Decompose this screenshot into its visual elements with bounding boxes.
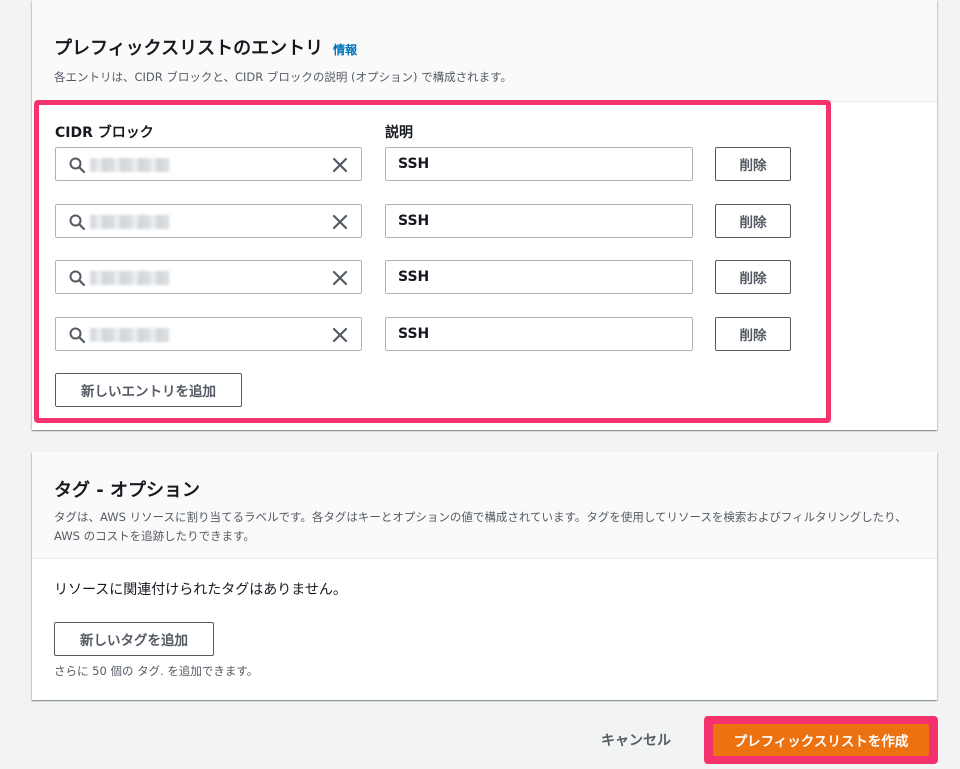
- cidr-value-redacted: [90, 328, 170, 342]
- page: プレフィックスリストのエントリ 情報 各エントリは、CIDR ブロックと、CID…: [0, 0, 960, 769]
- tags-description: タグは、AWS リソースに割り当てるラベルです。各タグはキーとオプションの値で構…: [54, 510, 907, 543]
- add-entry-button[interactable]: 新しいエントリを追加: [55, 373, 242, 407]
- description-label: 説明: [385, 125, 413, 141]
- delete-button[interactable]: 削除: [715, 147, 791, 181]
- search-icon: [69, 157, 86, 174]
- delete-button[interactable]: 削除: [715, 204, 791, 238]
- entries-panel-header: プレフィックスリストのエントリ 情報 各エントリは、CIDR ブロックと、CID…: [32, 0, 937, 102]
- cidr-search-input[interactable]: [55, 147, 362, 181]
- close-icon[interactable]: [331, 326, 349, 344]
- delete-button[interactable]: 削除: [715, 260, 791, 294]
- entry-row: SSH 削除: [55, 260, 791, 294]
- entry-row: SSH 削除: [55, 317, 791, 351]
- tags-remaining-text: さらに 50 個の タグ. を追加できます。: [54, 664, 259, 678]
- description-input[interactable]: SSH: [385, 317, 693, 351]
- cidr-search-input[interactable]: [55, 260, 362, 294]
- close-icon[interactable]: [331, 269, 349, 287]
- entry-row: SSH 削除: [55, 147, 791, 181]
- description-input[interactable]: SSH: [385, 204, 693, 238]
- delete-button[interactable]: 削除: [715, 317, 791, 351]
- cidr-value-redacted: [90, 271, 170, 285]
- close-icon[interactable]: [331, 156, 349, 174]
- tags-title-text: タグ - オプション: [54, 480, 201, 501]
- cidr-value-redacted: [90, 215, 170, 229]
- close-icon[interactable]: [331, 213, 349, 231]
- create-prefix-list-button[interactable]: プレフィックスリストを作成: [713, 724, 929, 756]
- cidr-search-input[interactable]: [55, 204, 362, 238]
- entries-title: プレフィックスリストのエントリ 情報: [54, 34, 915, 60]
- entries-description: 各エントリは、CIDR ブロックと、CIDR ブロックの説明 (オプション) で…: [54, 70, 513, 84]
- tags-panel: タグ - オプション タグは、AWS リソースに割り当てるラベルです。各タグはキ…: [32, 452, 937, 700]
- search-icon: [69, 270, 86, 287]
- cidr-value-redacted: [90, 158, 170, 172]
- description-input[interactable]: SSH: [385, 260, 693, 294]
- tags-empty-text: リソースに関連付けられたタグはありません。: [54, 582, 347, 598]
- search-icon: [69, 214, 86, 231]
- cidr-search-input[interactable]: [55, 317, 362, 351]
- tags-panel-header: タグ - オプション タグは、AWS リソースに割り当てるラベルです。各タグはキ…: [32, 452, 937, 559]
- add-tag-button[interactable]: 新しいタグを追加: [54, 622, 214, 656]
- description-input[interactable]: SSH: [385, 147, 693, 181]
- cidr-block-label: CIDR ブロック: [55, 125, 154, 141]
- search-icon: [69, 327, 86, 344]
- entry-row: SSH 削除: [55, 204, 791, 238]
- tags-title: タグ - オプション: [54, 476, 915, 502]
- entries-title-text: プレフィックスリストのエントリ: [54, 38, 324, 59]
- info-link[interactable]: 情報: [333, 41, 357, 58]
- cancel-button[interactable]: キャンセル: [601, 730, 671, 750]
